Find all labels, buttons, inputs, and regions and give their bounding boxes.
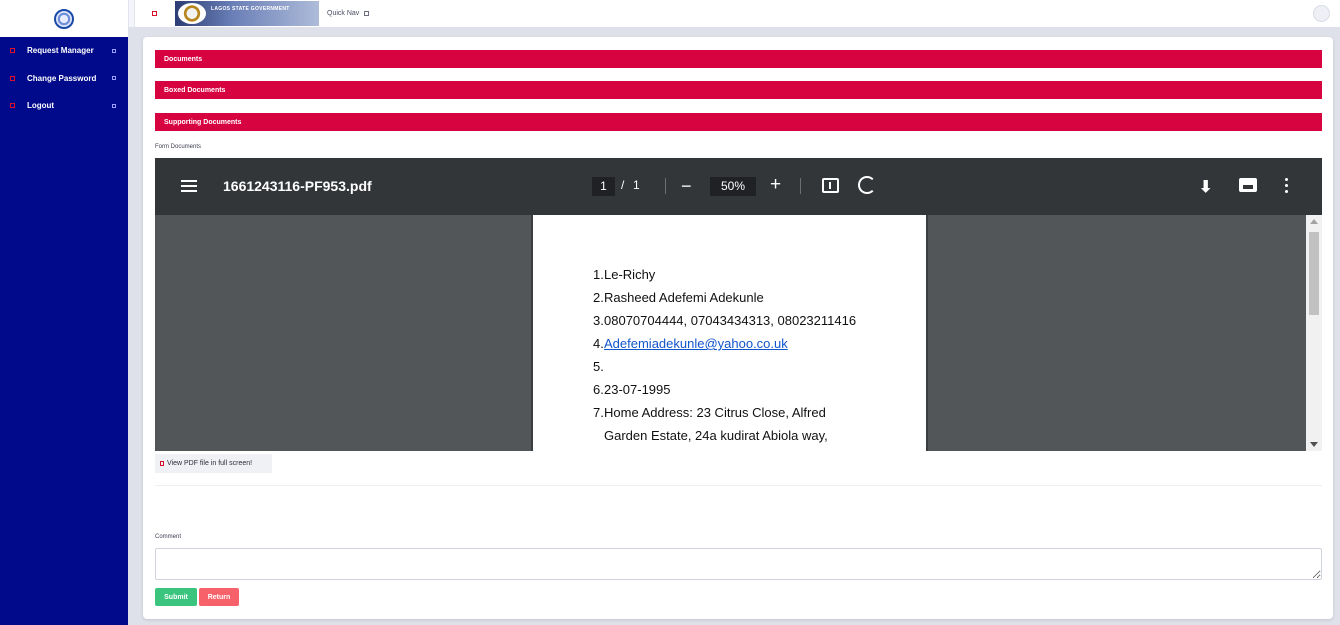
sidebar-item-change-password[interactable]: Change Password <box>0 65 128 93</box>
page-separator: / <box>621 178 625 192</box>
fullscreen-label: View PDF file in full screen! <box>167 460 253 467</box>
request-icon <box>10 48 15 54</box>
pdf-line-number: 2. <box>593 290 604 305</box>
sidebar-item-request-manager[interactable]: Request Manager <box>0 37 128 65</box>
pdf-viewer[interactable]: 1661243116-PF953.pdf 1 / 1 − 50% + ⬇ 1. L… <box>155 158 1322 451</box>
sidebar-logo[interactable] <box>0 0 128 37</box>
pdf-toolbar: 1661243116-PF953.pdf 1 / 1 − 50% + ⬇ <box>155 158 1322 215</box>
pdf-line-text: 23-07-1995 <box>604 382 671 397</box>
quick-nav-label: Quick Nav <box>327 10 360 17</box>
pdf-line-number: 4. <box>593 336 604 351</box>
download-icon[interactable]: ⬇ <box>1199 177 1212 197</box>
pdf-line: 1. Le-Richy <box>593 263 856 286</box>
zoom-level-input[interactable]: 50% <box>710 177 756 196</box>
form-documents-label: Form Documents <box>155 144 202 150</box>
pdf-line-number <box>593 424 604 447</box>
sidebar-item-label: Request Manager <box>27 46 94 56</box>
sidebar-edge <box>128 0 135 27</box>
banner-text: LAGOS STATE GOVERNMENT <box>211 6 290 12</box>
toolbar-divider <box>665 178 666 194</box>
pdf-line-text: 08070704444, 07043434313, 08023211416 <box>604 313 857 328</box>
user-avatar[interactable] <box>1313 5 1330 22</box>
comment-textarea[interactable] <box>155 548 1322 580</box>
pdf-line: 5. <box>593 355 856 378</box>
key-icon <box>10 75 15 81</box>
zoom-in-button[interactable]: + <box>770 174 781 196</box>
pdf-line-number: 6. <box>593 382 604 397</box>
supporting-documents-section-header[interactable]: Supporting Documents <box>155 113 1322 131</box>
pdf-line-number: 5. <box>593 359 604 374</box>
scroll-thumb[interactable] <box>1309 232 1319 315</box>
pdf-scrollbar[interactable] <box>1306 215 1322 451</box>
chevron-icon <box>112 103 116 108</box>
quick-nav-icon <box>364 11 370 16</box>
pdf-line-number: 7. <box>593 405 604 420</box>
pdf-line: 7. Home Address: 23 Citrus Close, Alfred <box>593 401 856 424</box>
pdf-line: Garden Estate, 24a kudirat Abiola way, <box>593 424 856 447</box>
logout-icon <box>10 103 15 109</box>
pdf-file-name: 1661243116-PF953.pdf <box>223 178 372 194</box>
pdf-line: 6. 23-07-1995 <box>593 378 856 401</box>
main-card: Documents Boxed Documents Supporting Doc… <box>143 37 1333 619</box>
lagos-seal-icon <box>54 8 74 29</box>
pdf-line: 2. Rasheed Adefemi Adekunle <box>593 286 856 309</box>
email-link[interactable]: Adefemiadekunle@yahoo.co.uk <box>604 332 788 355</box>
top-bar: LAGOS STATE GOVERNMENT Quick Nav <box>128 0 1340 27</box>
page-total: 1 <box>633 178 640 192</box>
documents-section-header[interactable]: Documents <box>155 50 1322 68</box>
divider <box>155 485 1322 486</box>
chevron-icon <box>112 76 116 81</box>
pdf-line-text: Le-Richy <box>604 267 656 282</box>
view-fullscreen-button[interactable]: View PDF file in full screen! <box>155 454 272 473</box>
scroll-down-arrow-icon[interactable] <box>1310 442 1318 447</box>
sidebar-item-label: Logout <box>27 101 55 111</box>
fit-to-page-icon[interactable] <box>822 178 839 193</box>
boxed-documents-section-header[interactable]: Boxed Documents <box>155 81 1322 99</box>
print-icon[interactable] <box>1239 178 1257 192</box>
pdf-line-text: Rasheed Adefemi Adekunle <box>604 290 764 305</box>
pdf-text-lines: 1. Le-Richy 2. Rasheed Adefemi Adekunle 3. 08… <box>593 263 856 447</box>
sidebar: Request Manager Change Password Logout <box>0 0 128 625</box>
pdf-page: 1. Le-Richy 2. Rasheed Adefemi Adekunle 3. 08… <box>531 215 928 451</box>
pdf-line-text: Home Address: 23 Citrus Close, Alfred <box>604 405 826 420</box>
pdf-line: 4. Adefemiadekunle@yahoo.co.uk <box>593 332 856 355</box>
comment-label: Comment <box>155 534 182 540</box>
fullscreen-icon <box>160 461 164 466</box>
pdf-line-number: 3. <box>593 313 604 328</box>
quick-nav-button[interactable]: Quick Nav <box>327 10 370 17</box>
toolbar-divider <box>800 178 801 194</box>
pdf-line-number: 1. <box>593 267 604 282</box>
zoom-out-button[interactable]: − <box>681 176 692 197</box>
lagos-banner-logo: LAGOS STATE GOVERNMENT <box>175 1 319 26</box>
sidebar-item-label: Change Password <box>27 73 97 83</box>
return-button[interactable]: Return <box>199 588 239 606</box>
rotate-icon[interactable] <box>858 176 876 194</box>
chevron-icon <box>112 48 116 53</box>
scroll-up-arrow-icon[interactable] <box>1310 219 1318 224</box>
submit-button[interactable]: Submit <box>155 588 197 606</box>
menu-toggle-icon[interactable] <box>152 11 157 16</box>
page-number-input[interactable]: 1 <box>592 177 615 196</box>
sidebar-item-logout[interactable]: Logout <box>0 92 128 120</box>
more-options-icon[interactable] <box>1285 178 1288 196</box>
pdf-line: 3. 08070704444, 07043434313, 08023211416 <box>593 309 856 332</box>
pdf-line-text: Garden Estate, 24a kudirat Abiola way, <box>604 428 828 443</box>
menu-icon[interactable] <box>181 180 197 192</box>
coat-of-arms-icon <box>178 3 206 24</box>
